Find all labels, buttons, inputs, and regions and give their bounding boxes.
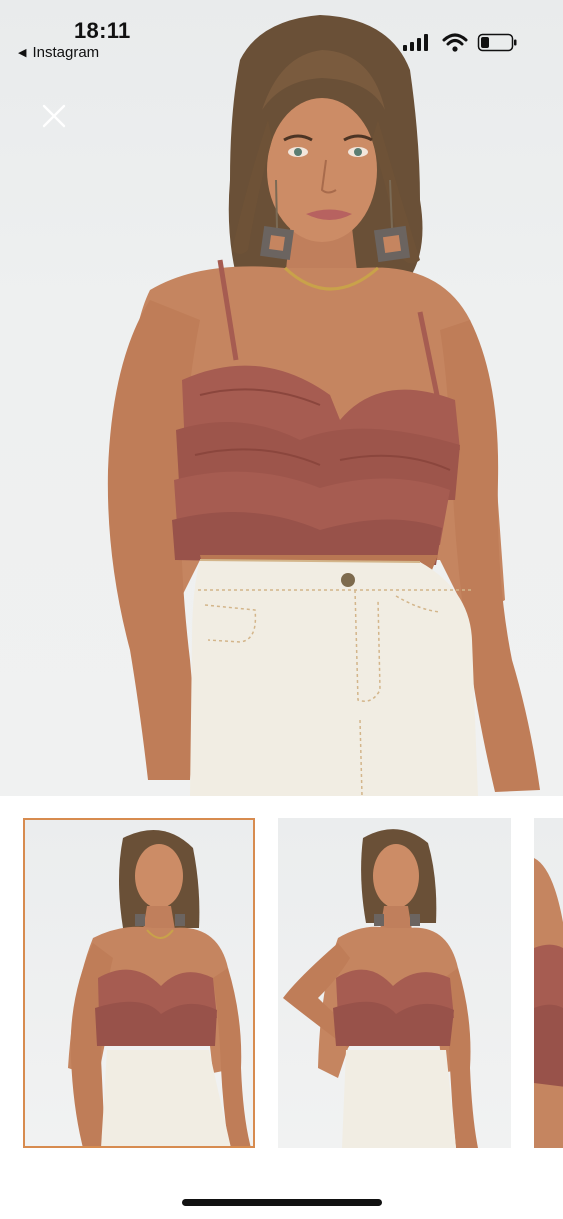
status-bar: 18:11 ◀ Instagram [0, 0, 563, 70]
thumbnail-image [68, 830, 251, 1148]
wifi-icon [442, 33, 468, 52]
thumbnail-detail-view[interactable] [534, 818, 563, 1148]
back-triangle-icon: ◀ [18, 47, 27, 59]
thumbnail-side-pose[interactable] [278, 818, 511, 1148]
signal-bars-icon [403, 34, 428, 51]
status-icons [403, 32, 523, 54]
back-to-instagram-link[interactable]: ◀ Instagram [18, 44, 99, 61]
hero-product-image[interactable] [0, 0, 563, 796]
back-app-label: Instagram [32, 44, 100, 61]
close-button[interactable] [36, 98, 72, 134]
thumbnail-front-view[interactable] [23, 818, 255, 1148]
battery-icon [477, 33, 517, 52]
status-time: 18:11 [74, 18, 131, 43]
thumbnail-image [283, 829, 478, 1148]
model-illustration [107, 15, 540, 796]
close-icon [42, 104, 66, 128]
home-indicator[interactable] [182, 1199, 382, 1206]
thumbnail-image [534, 858, 563, 1148]
